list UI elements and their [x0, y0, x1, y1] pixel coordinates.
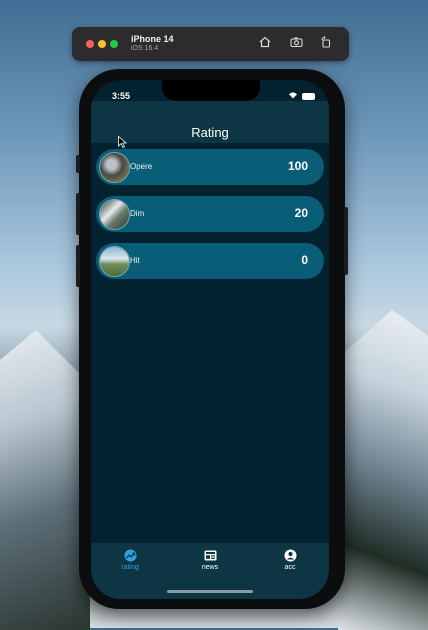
- player-name: Hit: [130, 256, 140, 265]
- tab-rating[interactable]: rating: [100, 549, 160, 571]
- rotate-icon[interactable]: [318, 36, 334, 52]
- player-score: 20: [294, 206, 308, 220]
- screenshot-icon[interactable]: [288, 36, 304, 52]
- status-time: 3:55: [112, 91, 131, 101]
- list-item[interactable]: Hit 0: [96, 243, 324, 279]
- tab-rating-label: rating: [121, 564, 139, 571]
- simulator-toolbar: iPhone 14 iOS 16.4: [72, 27, 349, 61]
- home-indicator: [167, 590, 253, 593]
- bottom-tab-bar: rating news acc: [91, 543, 329, 599]
- list-item[interactable]: Dim 20: [96, 196, 324, 232]
- player-score: 100: [287, 159, 308, 173]
- rating-list: Opere 100 Dim 20 Hit 0: [96, 149, 324, 290]
- status-icons: [288, 91, 315, 101]
- power-button: [344, 207, 348, 275]
- background-mountain-left: [0, 330, 90, 630]
- tab-news[interactable]: news: [180, 549, 240, 571]
- tab-acc[interactable]: acc: [260, 549, 320, 571]
- avatar: [99, 246, 130, 277]
- background-mountain-right: [338, 310, 428, 630]
- trending-icon: [124, 549, 137, 562]
- battery-icon: [302, 92, 315, 100]
- tab-acc-label: acc: [284, 564, 296, 571]
- player-score: 0: [301, 253, 308, 267]
- player-name: Dim: [130, 209, 145, 218]
- mute-switch: [76, 155, 80, 173]
- volume-down-button: [76, 245, 80, 287]
- news-icon: [204, 549, 217, 562]
- dynamic-notch: [162, 80, 260, 101]
- player-name: Opere: [130, 162, 153, 171]
- avatar-photo: [100, 153, 129, 182]
- zoom-window-button[interactable]: [110, 40, 118, 48]
- avatar-photo: [100, 247, 129, 276]
- tab-news-label: news: [201, 564, 219, 571]
- account-icon: [284, 549, 297, 562]
- list-item[interactable]: Opere 100: [96, 149, 324, 185]
- home-icon[interactable]: [257, 36, 273, 52]
- iphone-frame: Rating 3:55 Opere 100 Dim 20 Hit 0 ratin…: [76, 69, 348, 609]
- close-window-button[interactable]: [86, 40, 94, 48]
- avatar-photo: [100, 200, 129, 229]
- wifi-icon: [288, 91, 298, 101]
- avatar: [99, 199, 130, 230]
- app-screen: Rating 3:55 Opere 100 Dim 20 Hit 0 ratin…: [91, 80, 329, 599]
- simulator-device-name: iPhone 14: [131, 34, 174, 44]
- avatar: [99, 152, 130, 183]
- mouse-cursor-icon: [118, 135, 128, 149]
- simulator-os-version: iOS 16.4: [131, 45, 159, 52]
- minimize-window-button[interactable]: [98, 40, 106, 48]
- volume-up-button: [76, 193, 80, 235]
